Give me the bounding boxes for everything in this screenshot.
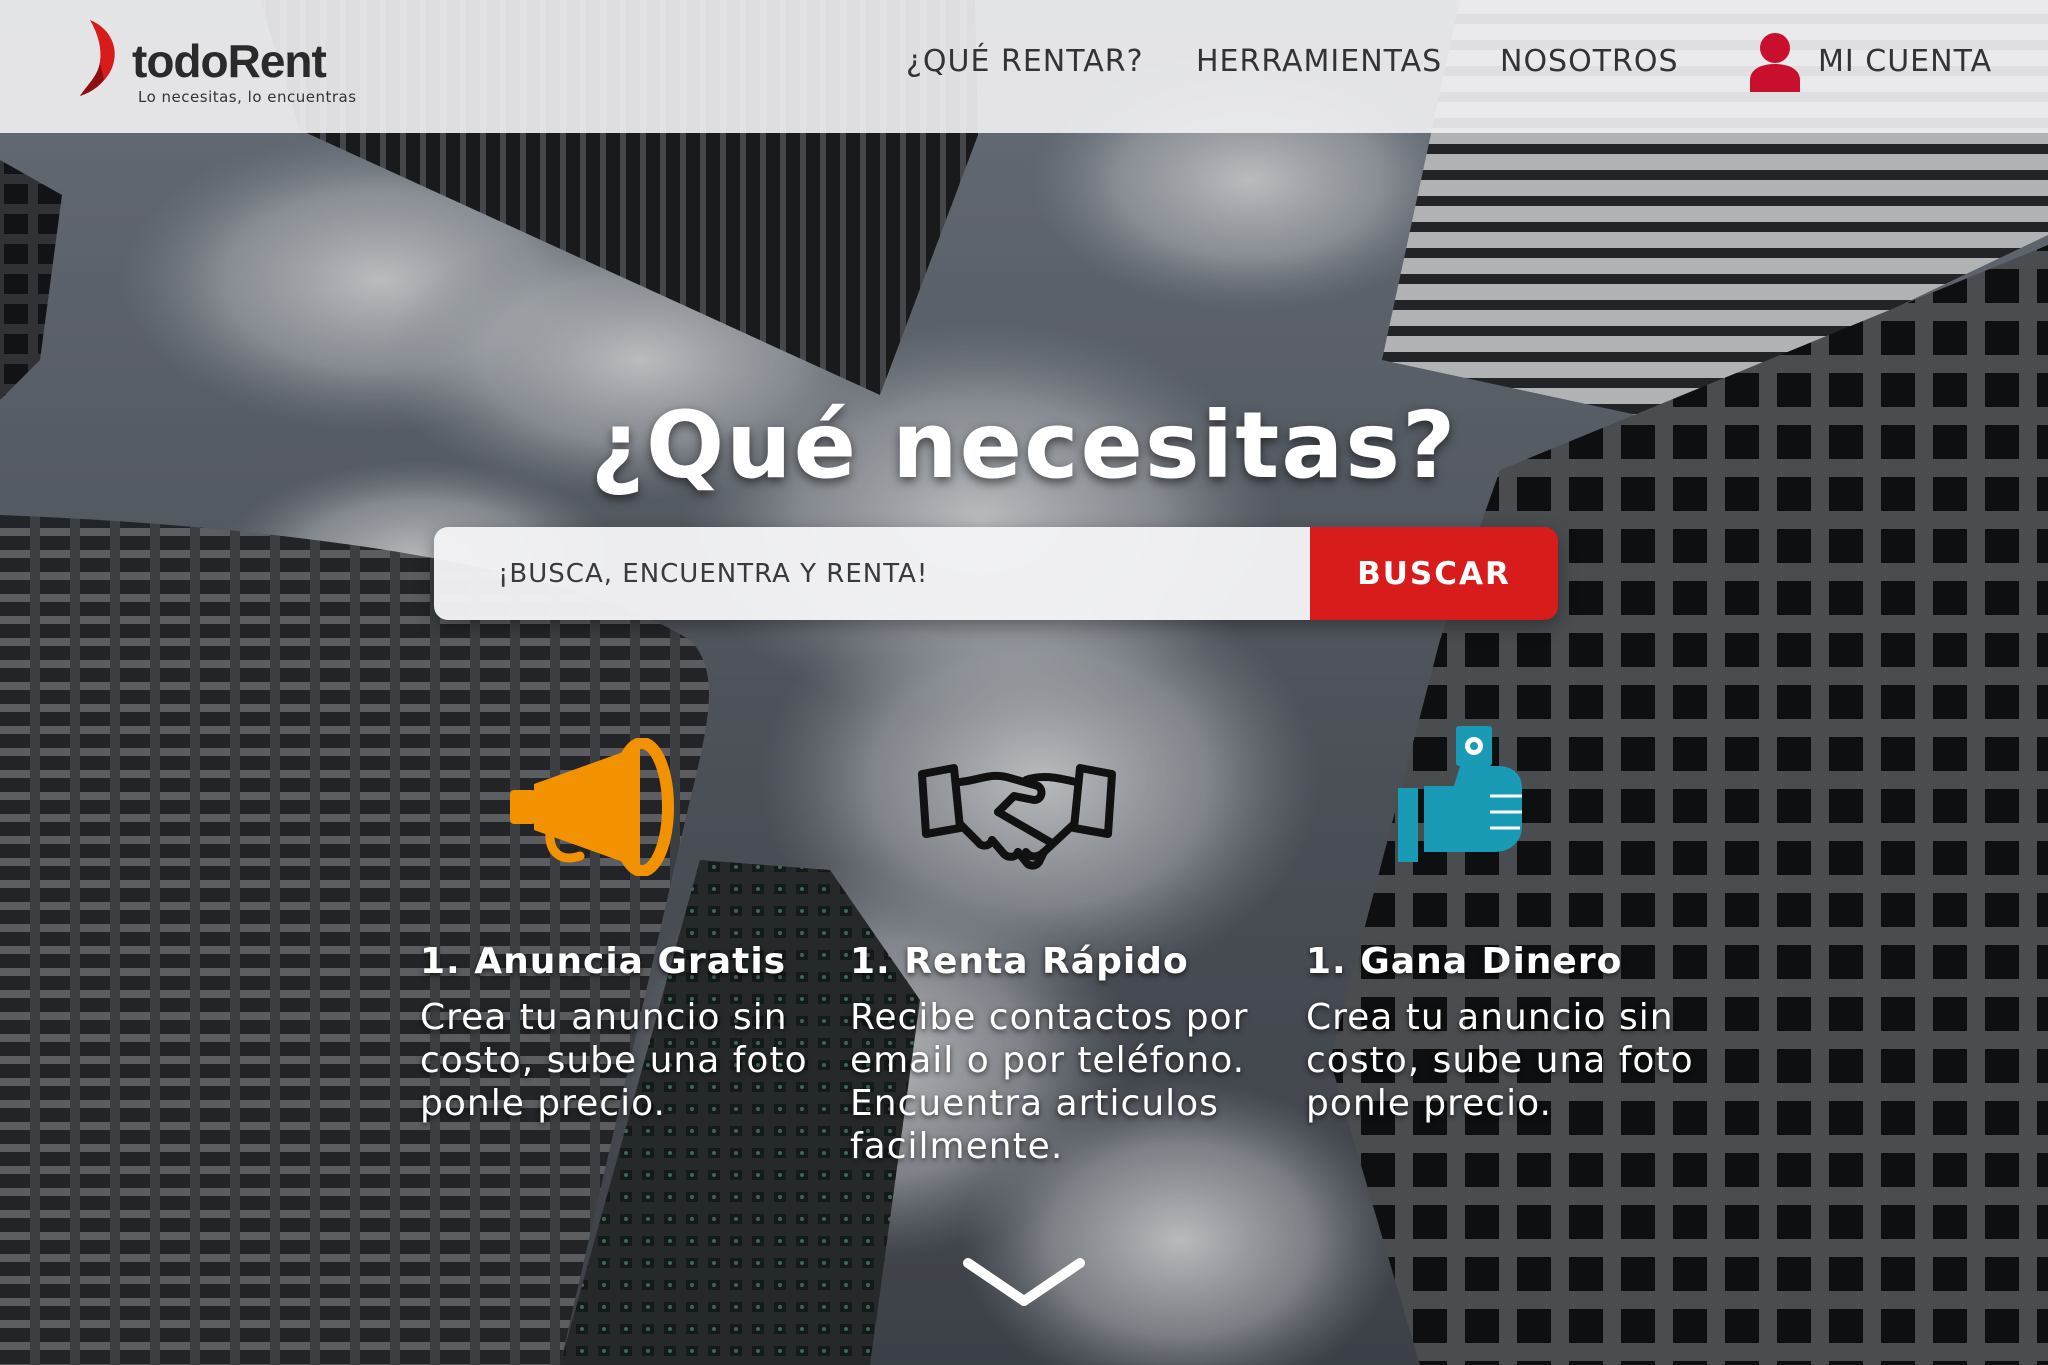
search-bar: BUSCAR (434, 527, 1558, 620)
nav-item-nosotros[interactable]: NOSOTROS (1500, 44, 1679, 79)
feature-gana-dinero: 1. Gana Dinero Crea tu anuncio sin costo… (1306, 938, 1726, 1125)
feature-line: facilmente. (850, 1126, 1064, 1167)
nav-item-herramientas[interactable]: HERRAMIENTAS (1196, 44, 1442, 79)
feature-renta-rapido: 1. Renta Rápido Recibe contactos por ema… (850, 938, 1270, 1168)
feature-description: Recibe contactos por email o por teléfon… (850, 996, 1270, 1168)
landing-page: todoRent Lo necesitas, lo encuentras ¿QU… (0, 0, 2048, 1365)
brand-logo[interactable]: todoRent Lo necesitas, lo encuentras (76, 18, 356, 108)
megaphone-icon (510, 738, 674, 876)
logo-mark-icon (80, 20, 115, 96)
logo-tagline: Lo necesitas, lo encuentras (138, 88, 357, 106)
feature-line: email o por teléfono. (850, 1040, 1246, 1081)
feature-line: ponle precio. (420, 1083, 666, 1124)
feature-description: Crea tu anuncio sin costo, sube una foto… (420, 996, 840, 1125)
money-hand-icon (1398, 726, 1522, 862)
logo-wordmark: todoRent (132, 35, 327, 87)
handshake-icon (918, 764, 1116, 870)
top-navigation-bar: todoRent Lo necesitas, lo encuentras ¿QU… (0, 0, 2048, 133)
account-label: MI CUENTA (1818, 44, 1993, 79)
feature-line: Crea tu anuncio sin (1306, 997, 1674, 1038)
search-button[interactable]: BUSCAR (1310, 527, 1558, 620)
feature-title: 1. Gana Dinero (1306, 941, 1623, 982)
feature-title: 1. Renta Rápido (850, 941, 1189, 982)
feature-anuncia-gratis: 1. Anuncia Gratis Crea tu anuncio sin co… (420, 938, 840, 1125)
feature-line: Recibe contactos por (850, 997, 1249, 1038)
user-icon (1750, 33, 1800, 92)
feature-line: ponle precio. (1306, 1083, 1552, 1124)
feature-title: 1. Anuncia Gratis (420, 941, 787, 982)
feature-line: Crea tu anuncio sin (420, 997, 788, 1038)
hero-title: ¿Qué necesitas? (590, 392, 1458, 499)
feature-description: Crea tu anuncio sin costo, sube una foto… (1306, 996, 1726, 1125)
search-input[interactable] (434, 527, 1310, 620)
nav-item-que-rentar[interactable]: ¿QUÉ RENTAR? (906, 44, 1144, 79)
chevron-down-icon[interactable] (962, 1255, 1086, 1315)
feature-line: Encuentra articulos (850, 1083, 1219, 1124)
feature-line: costo, sube una foto (1306, 1040, 1694, 1081)
feature-line: costo, sube una foto (420, 1040, 808, 1081)
